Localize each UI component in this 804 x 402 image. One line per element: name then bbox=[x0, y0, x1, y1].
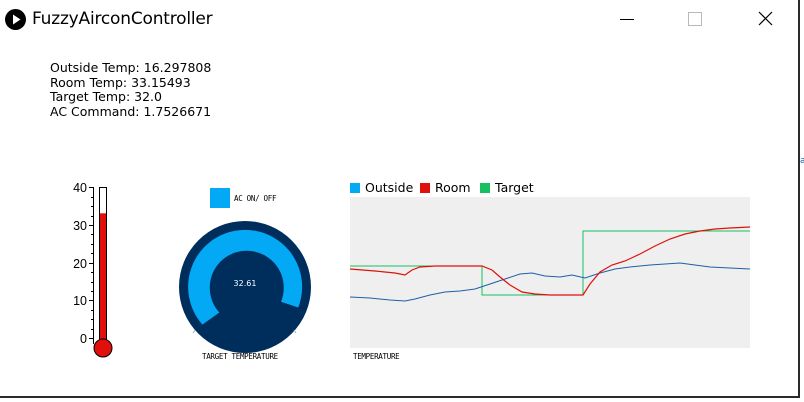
legend-label: Room bbox=[435, 180, 471, 195]
legend-swatch bbox=[480, 183, 490, 193]
knob-caption: TARGET TEMPERATURE bbox=[202, 352, 278, 361]
resize-edge-mark: a bbox=[800, 150, 804, 166]
temperature-chart bbox=[350, 197, 750, 348]
thermometer-tick-label: 20 bbox=[73, 257, 87, 271]
app-window: FuzzyAirconController Outside Temp: 16.2… bbox=[0, 0, 804, 398]
chart-x-label: TEMPERATURE bbox=[353, 352, 400, 361]
svg-text:a: a bbox=[800, 156, 804, 165]
chart-plot-area bbox=[350, 197, 750, 348]
ac-toggle-button[interactable] bbox=[210, 188, 230, 208]
thermometer-bulb bbox=[93, 338, 113, 358]
thermometer-fill bbox=[100, 213, 106, 344]
legend-item-target: Target bbox=[480, 180, 534, 195]
target-temperature-knob[interactable]: 32.61 bbox=[178, 220, 312, 354]
ac-toggle-label: AC ON/ OFF bbox=[234, 194, 277, 203]
legend-item-outside: Outside bbox=[350, 180, 413, 195]
legend-label: Outside bbox=[365, 180, 414, 195]
thermometer-tick-label: 30 bbox=[73, 219, 87, 233]
knob-value: 32.61 bbox=[234, 279, 257, 288]
legend-swatch bbox=[350, 183, 360, 193]
legend-item-room: Room bbox=[420, 180, 471, 195]
legend-swatch bbox=[420, 183, 430, 193]
legend-label: Target bbox=[495, 180, 534, 195]
thermometer-tick-label: 10 bbox=[73, 294, 87, 308]
thermometer-tick-label: 40 bbox=[73, 181, 87, 195]
thermometer-axis bbox=[89, 187, 94, 344]
thermometer-tick-label: 0 bbox=[80, 332, 87, 346]
